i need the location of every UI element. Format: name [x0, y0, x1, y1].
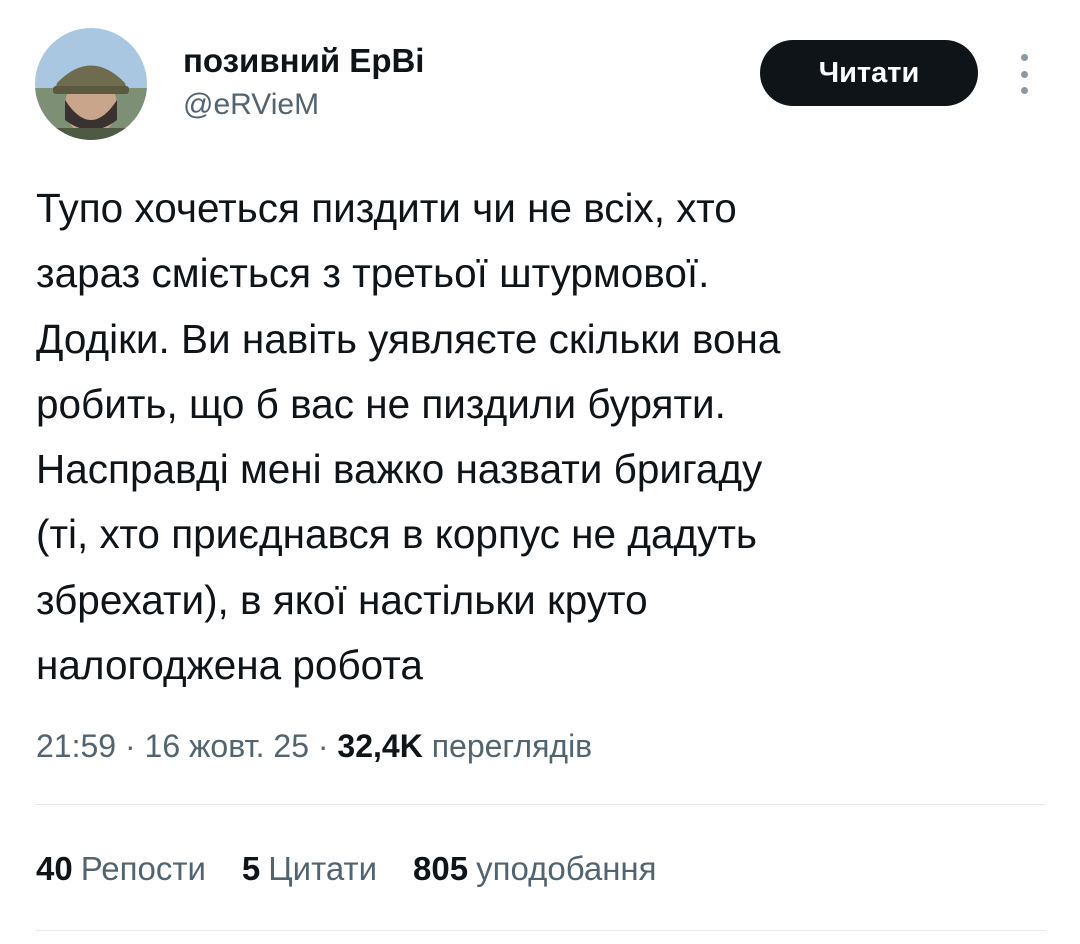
reposts-label: Репости — [80, 850, 206, 887]
quotes-label: Цитати — [268, 850, 378, 887]
quotes-count: 5 — [241, 850, 261, 887]
likes-stat[interactable]: 805 уподобання — [413, 850, 656, 888]
more-dot — [1020, 70, 1028, 78]
reposts-count: 40 — [36, 850, 73, 887]
quotes-stat[interactable]: 5 Цитати — [242, 850, 377, 888]
tweet-time[interactable]: 21:59 — [36, 728, 116, 764]
author-handle[interactable]: @eRVieM — [183, 88, 319, 122]
likes-label: уподобання — [476, 850, 657, 887]
likes-count: 805 — [413, 850, 469, 887]
divider — [36, 804, 1046, 805]
views-count: 32,4K — [337, 728, 423, 764]
tweet-stats: 40 Репости 5 Цитати 805 уподобання — [36, 850, 657, 888]
reposts-stat[interactable]: 40 Репости — [36, 850, 206, 888]
avatar-photo — [35, 28, 147, 140]
more-vertical-icon[interactable] — [1009, 54, 1039, 94]
views-label: переглядів — [431, 728, 593, 764]
author-name[interactable]: позивний ЕрВі — [183, 42, 424, 80]
divider — [36, 930, 1046, 931]
tweet-date[interactable]: 16 жовт. 25 — [145, 728, 309, 764]
meta-separator: · — [124, 728, 136, 764]
meta-separator: · — [317, 728, 329, 764]
follow-button[interactable]: Читати — [760, 40, 978, 106]
tweet-text: Тупо хочеться пиздити чи не всіх, хто за… — [36, 185, 781, 689]
more-dot — [1020, 87, 1028, 94]
tweet-meta: 21:59 · 16 жовт. 25 · 32,4K переглядів — [36, 728, 592, 765]
avatar[interactable] — [35, 28, 147, 140]
more-dot — [1020, 54, 1028, 61]
